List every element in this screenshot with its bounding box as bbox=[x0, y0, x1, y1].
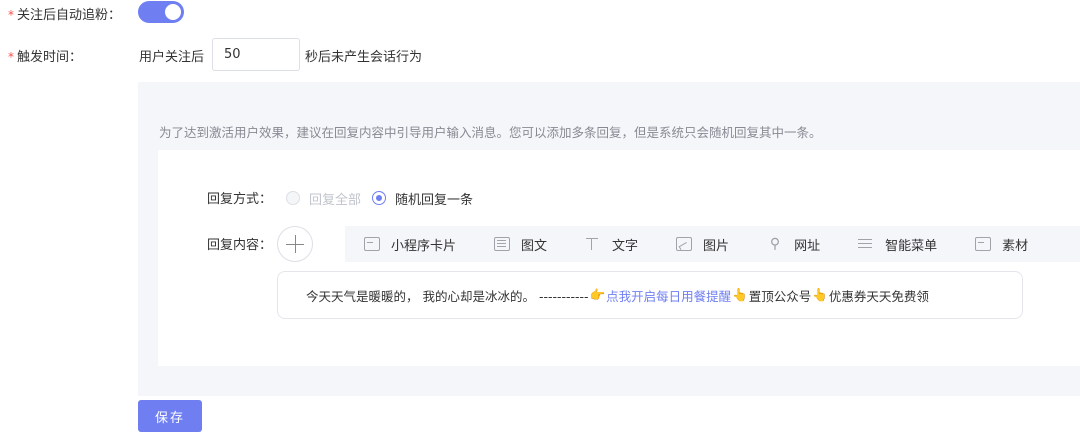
point-right-emoji: 👉 bbox=[589, 287, 606, 302]
required-mark: * bbox=[8, 8, 14, 22]
content-type-toolbar: 小程序卡片 图文 文字 图片 ⚲ 网址 智能菜单 素材 bbox=[345, 226, 1080, 262]
mini-program-card-icon bbox=[364, 237, 380, 251]
reply-editor: 回复方式： 回复全部 随机回复一条 回复内容： 小程序卡片 图文 文字 图片 ⚲… bbox=[158, 150, 1080, 366]
text-icon bbox=[585, 237, 601, 251]
reply-content-label: 回复内容： bbox=[207, 238, 273, 253]
tool-text[interactable]: 文字 bbox=[585, 235, 638, 254]
trigger-time-label: * 触发时间： bbox=[8, 46, 82, 65]
tool-label: 图片 bbox=[703, 238, 730, 254]
add-reply-button[interactable] bbox=[277, 226, 313, 262]
tool-label: 图文 bbox=[521, 238, 548, 254]
radio-circle bbox=[372, 191, 386, 205]
news-icon bbox=[494, 237, 511, 251]
point-up-emoji: 👆 bbox=[732, 287, 748, 302]
tool-label: 智能菜单 bbox=[885, 238, 938, 254]
radio-reply-all-label: 回复全部 bbox=[309, 192, 362, 208]
auto-follow-label-text: 关注后自动追粉： bbox=[17, 8, 122, 23]
trigger-time-label-text: 触发时间： bbox=[17, 50, 83, 65]
trigger-prefix-text: 用户关注后 bbox=[139, 50, 205, 65]
toggle-knob bbox=[165, 4, 181, 20]
trigger-suffix-text: 秒后未产生会话行为 bbox=[305, 50, 423, 65]
radio-circle bbox=[286, 191, 300, 205]
reply-mode-label: 回复方式： bbox=[207, 192, 273, 207]
tool-label: 小程序卡片 bbox=[391, 238, 457, 254]
image-icon bbox=[676, 237, 693, 251]
save-button[interactable]: 保存 bbox=[138, 400, 202, 432]
tool-material[interactable]: 素材 bbox=[975, 235, 1028, 254]
link-icon: ⚲ bbox=[769, 236, 781, 252]
point-up-emoji: 👆 bbox=[812, 287, 828, 302]
tool-news[interactable]: 图文 bbox=[494, 235, 547, 254]
tool-label: 网址 bbox=[794, 238, 821, 254]
tool-mini-program-card[interactable]: 小程序卡片 bbox=[364, 235, 456, 254]
message-text: 优惠券天天免费领 bbox=[828, 288, 929, 304]
menu-icon bbox=[858, 237, 874, 251]
reply-panel: 为了达到激活用户效果，建议在回复内容中引导用户输入消息。您可以添加多条回复，但是… bbox=[138, 82, 1080, 396]
radio-reply-all[interactable]: 回复全部 bbox=[286, 190, 362, 208]
auto-follow-toggle[interactable] bbox=[138, 1, 184, 23]
reply-message-card[interactable]: 今天天气是暖暖的， 我的心却是冰冰的。 ----------- 👉 点我开启每日… bbox=[277, 271, 1023, 319]
auto-follow-label: * 关注后自动追粉： bbox=[8, 4, 121, 23]
reply-hint: 为了达到激活用户效果，建议在回复内容中引导用户输入消息。您可以添加多条回复，但是… bbox=[159, 125, 822, 140]
tool-label: 文字 bbox=[612, 238, 639, 254]
radio-reply-random-label: 随机回复一条 bbox=[395, 192, 474, 208]
material-icon bbox=[975, 237, 992, 251]
message-text: 置顶公众号 bbox=[748, 288, 812, 304]
tool-image[interactable]: 图片 bbox=[676, 235, 729, 254]
radio-reply-random[interactable]: 随机回复一条 bbox=[372, 190, 474, 208]
trigger-seconds-input[interactable] bbox=[212, 38, 300, 71]
message-text: 今天天气是暖暖的， 我的心却是冰冰的。 ----------- bbox=[306, 288, 589, 304]
tool-link[interactable]: ⚲ 网址 bbox=[767, 235, 820, 254]
tool-label: 素材 bbox=[1002, 238, 1029, 254]
required-mark: * bbox=[8, 50, 14, 64]
meal-reminder-link[interactable]: 点我开启每日用餐提醒 bbox=[606, 286, 731, 305]
tool-smart-menu[interactable]: 智能菜单 bbox=[858, 235, 937, 254]
